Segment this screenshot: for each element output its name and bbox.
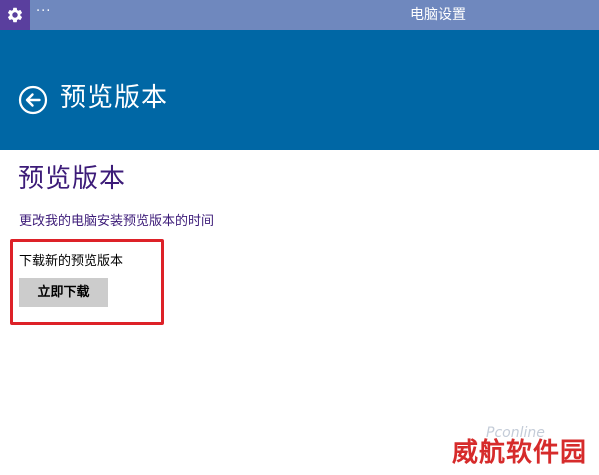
menu-dots-button[interactable]: ··· xyxy=(36,4,51,20)
title-bar: ··· 电脑设置 xyxy=(0,0,599,30)
header-title: 预览版本 xyxy=(60,83,169,113)
back-arrow-icon xyxy=(18,85,48,115)
change-install-time-link[interactable]: 更改我的电脑安装预览版本的时间 xyxy=(19,213,214,231)
back-button[interactable] xyxy=(18,85,48,115)
site-watermark: 威航软件园 xyxy=(452,438,588,468)
app-icon[interactable] xyxy=(0,0,30,30)
window-title: 电脑设置 xyxy=(410,7,466,23)
download-now-button[interactable]: 立即下载 xyxy=(19,278,108,307)
download-new-build-label: 下载新的预览版本 xyxy=(19,254,124,269)
settings-window: ··· 电脑设置 预览版本 预览版本 更改我的电脑安装预览版本的时间 下载新的预… xyxy=(0,0,599,475)
page-header: 预览版本 xyxy=(0,30,599,150)
page-title: 预览版本 xyxy=(18,164,127,194)
gear-icon xyxy=(7,7,23,23)
